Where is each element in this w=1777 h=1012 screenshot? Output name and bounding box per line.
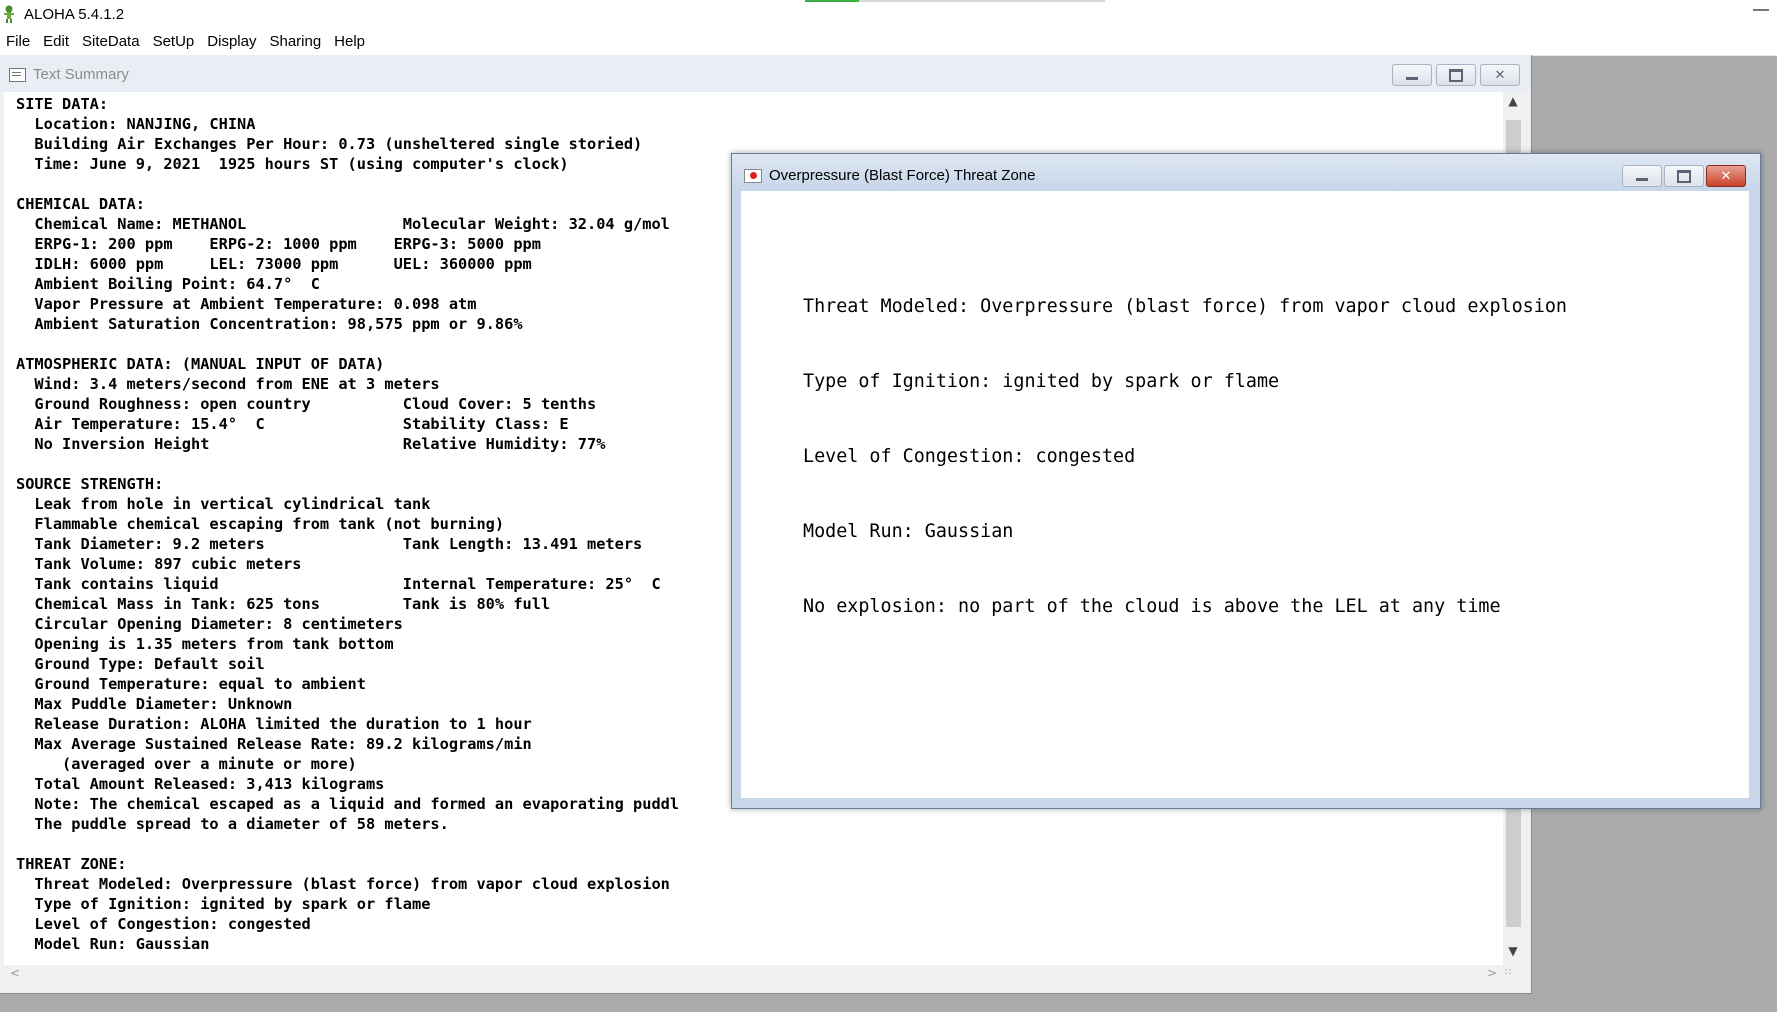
summary-maximize-button[interactable] — [1436, 64, 1476, 86]
threat-minimize-button[interactable] — [1622, 165, 1662, 187]
menu-display[interactable]: Display — [201, 33, 263, 50]
scroll-up-arrow-icon[interactable]: ▲ — [1503, 94, 1523, 114]
scroll-right-arrow-icon[interactable]: > — [1487, 966, 1497, 980]
text-summary-titlebar[interactable]: Text Summary — [0, 55, 1531, 92]
app-minimize-button[interactable]: — — [1753, 0, 1769, 20]
threat-line-model-run: Model Run: Gaussian — [803, 521, 1014, 542]
menu-bar: File Edit SiteData SetUp Display Sharing… — [0, 28, 1777, 56]
app-titlebar: ALOHA 5.4.1.2 — — [0, 0, 1777, 28]
aloha-app-icon — [4, 5, 14, 23]
threat-window-icon — [744, 169, 762, 183]
threat-zone-title: Overpressure (Blast Force) Threat Zone — [769, 167, 1036, 184]
threat-zone-titlebar[interactable]: Overpressure (Blast Force) Threat Zone — [732, 154, 1760, 190]
threat-close-button[interactable] — [1706, 165, 1746, 187]
threat-line-modeled: Threat Modeled: Overpressure (blast forc… — [803, 296, 1567, 317]
threat-zone-window: Overpressure (Blast Force) Threat Zone T… — [731, 153, 1761, 809]
scroll-left-arrow-icon[interactable]: < — [10, 966, 20, 980]
app-title: ALOHA 5.4.1.2 — [24, 5, 125, 23]
threat-zone-body: Threat Modeled: Overpressure (blast forc… — [741, 191, 1749, 798]
summary-text: SITE DATA: Location: NANJING, CHINA Buil… — [16, 95, 680, 953]
menu-sharing[interactable]: Sharing — [263, 33, 328, 50]
resize-grip-icon[interactable]: ∷ — [1505, 967, 1511, 978]
progress-strip — [805, 0, 1105, 2]
horizontal-scrollbar[interactable]: < > — [4, 965, 1503, 985]
document-icon — [9, 68, 26, 82]
menu-file[interactable]: File — [0, 33, 37, 50]
summary-minimize-button[interactable] — [1392, 64, 1432, 86]
progress-strip-fill — [805, 0, 859, 2]
threat-maximize-button[interactable] — [1664, 165, 1704, 187]
threat-zone-text: Threat Modeled: Overpressure (blast forc… — [803, 244, 1567, 669]
menu-sitedata[interactable]: SiteData — [76, 33, 147, 50]
threat-line-result: No explosion: no part of the cloud is ab… — [803, 596, 1501, 617]
threat-line-congestion: Level of Congestion: congested — [803, 446, 1136, 467]
menu-edit[interactable]: Edit — [37, 33, 76, 50]
text-summary-title: Text Summary — [33, 66, 129, 83]
menu-setup[interactable]: SetUp — [147, 33, 202, 50]
menu-help[interactable]: Help — [328, 33, 372, 50]
threat-line-ignition: Type of Ignition: ignited by spark or fl… — [803, 371, 1280, 392]
scroll-down-arrow-icon[interactable]: ▼ — [1503, 944, 1523, 964]
summary-close-button[interactable] — [1480, 64, 1520, 86]
